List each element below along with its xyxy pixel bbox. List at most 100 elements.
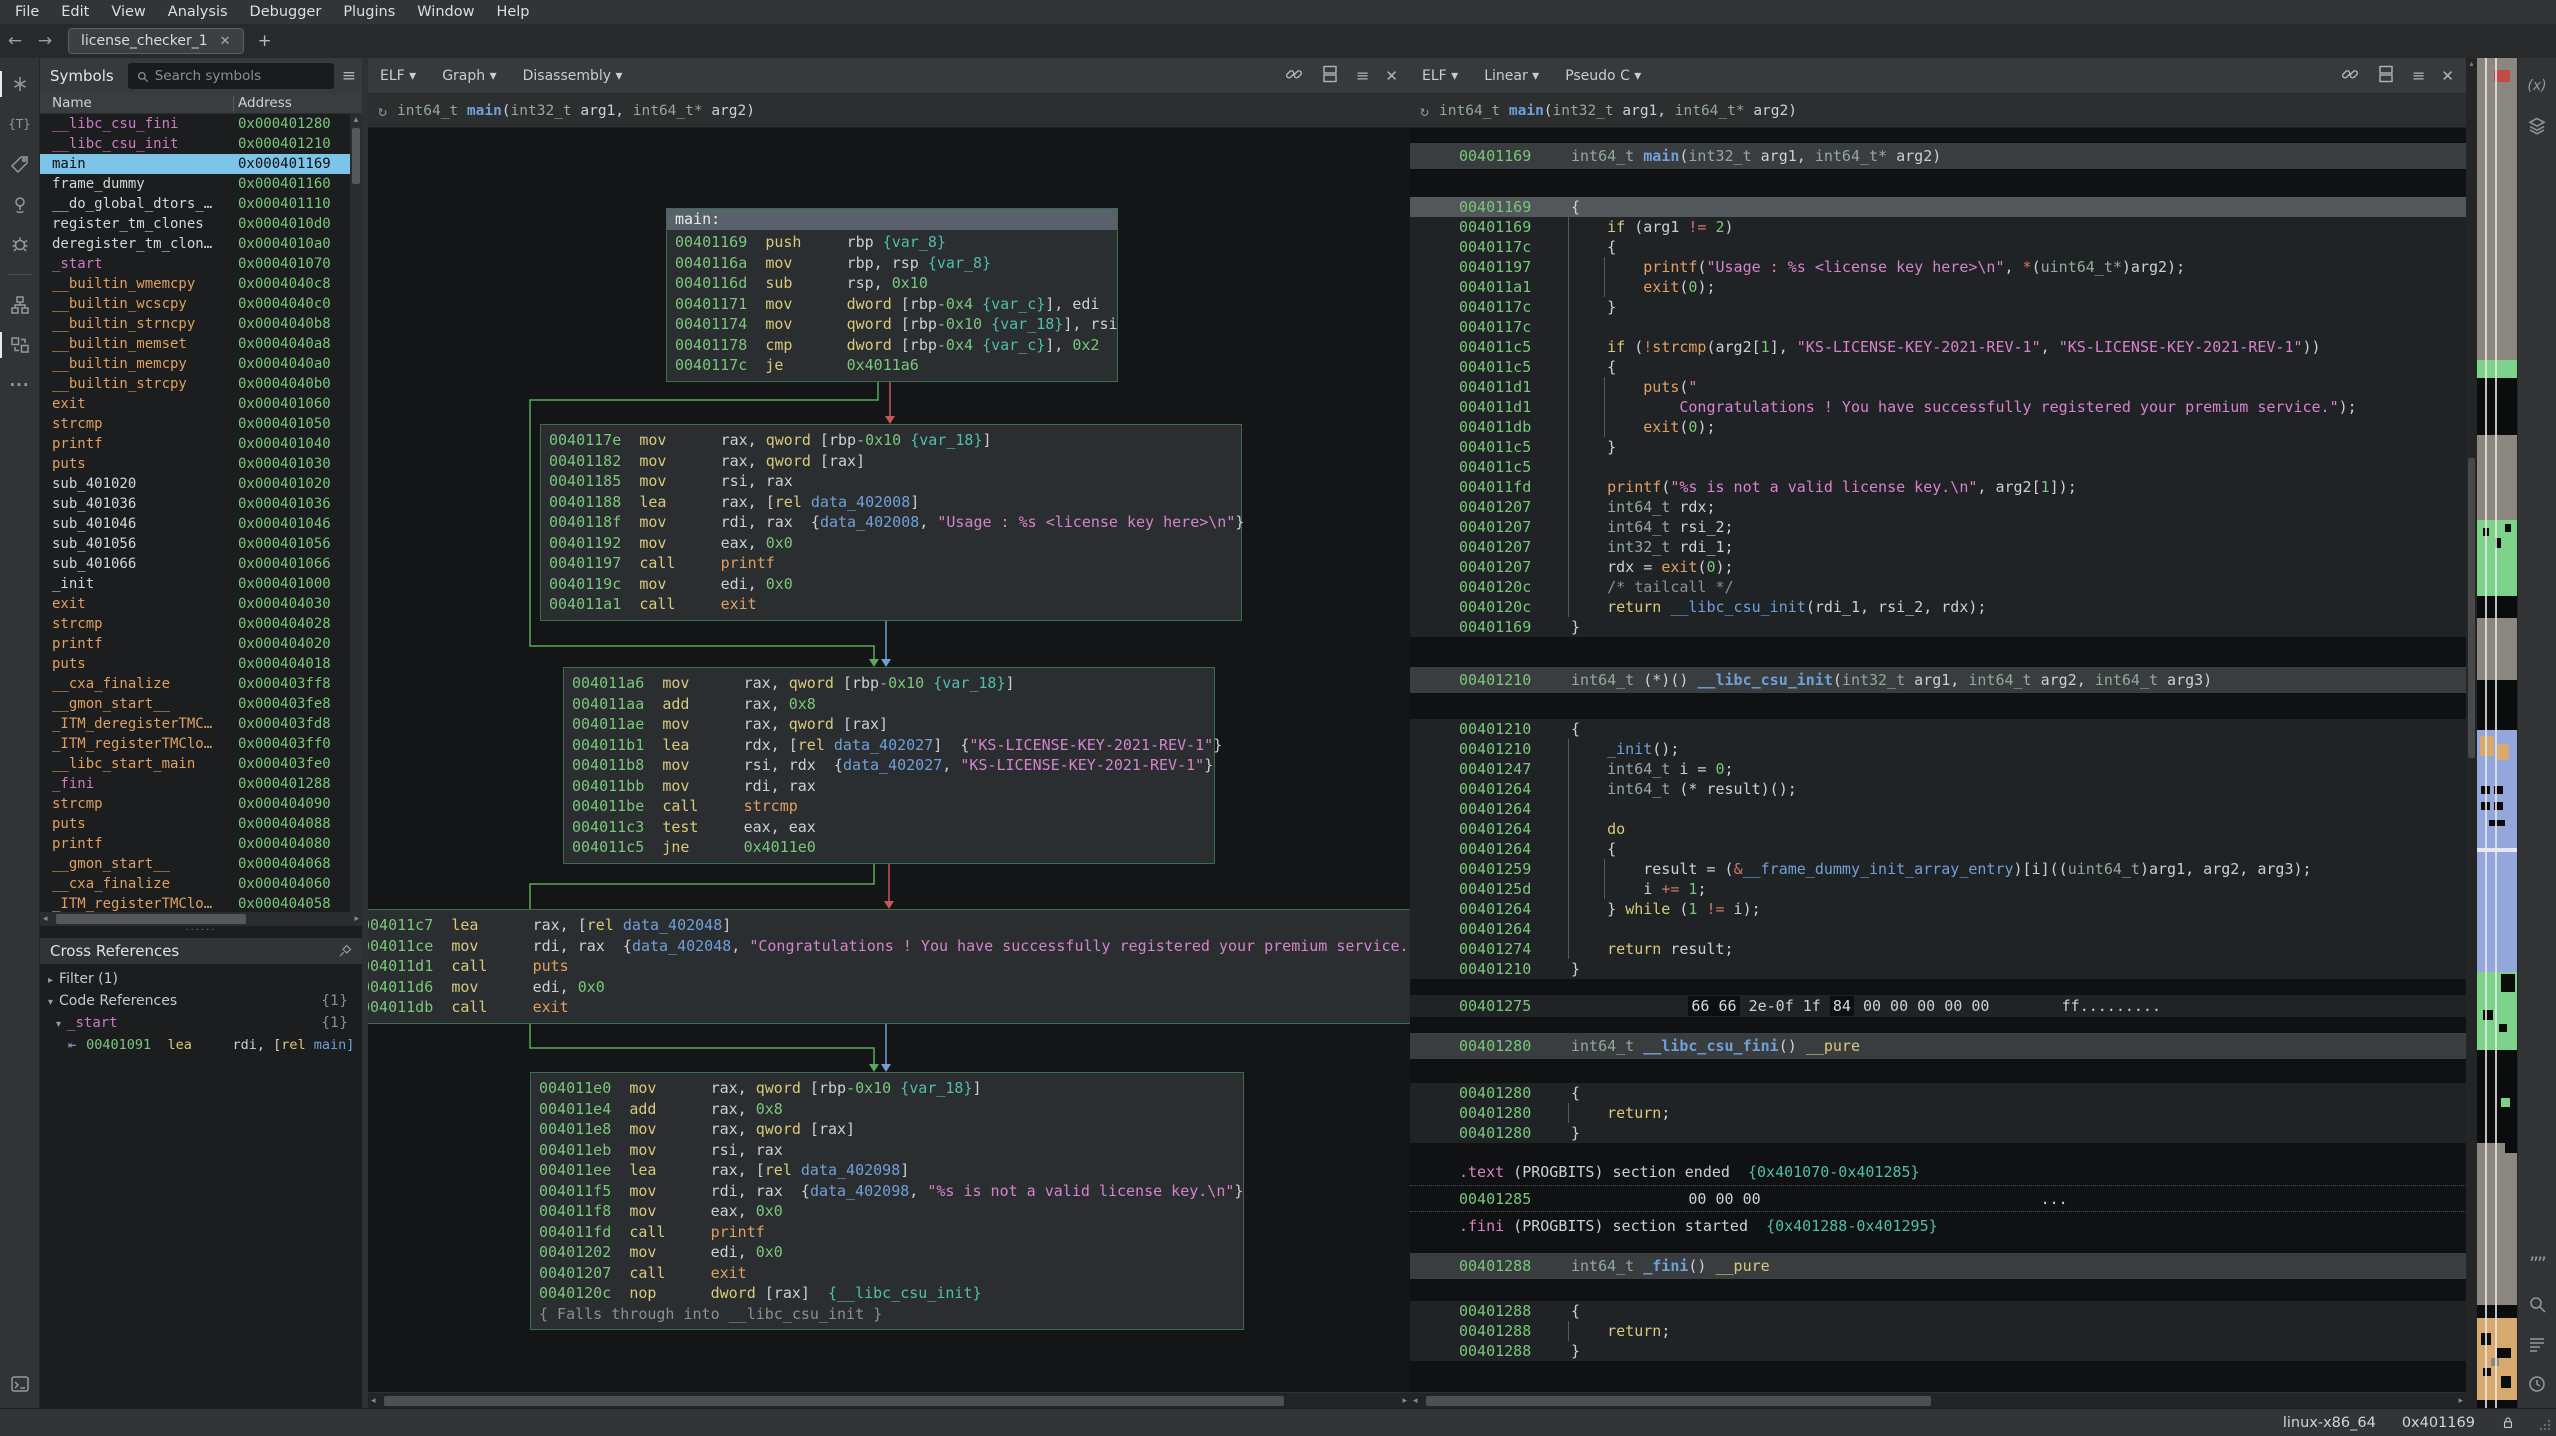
- listing-row[interactable]: 00401169{: [1410, 197, 2466, 217]
- listing-row[interactable]: 0040117c {: [1410, 237, 2466, 257]
- symbol-row[interactable]: __do_global_dtors_…0x000401110: [40, 194, 350, 214]
- pin-icon[interactable]: [337, 944, 352, 959]
- disassembly-line[interactable]: 00401207 call exit: [531, 1263, 1243, 1284]
- disassembly-line[interactable]: 004011a1 call exit: [541, 594, 1241, 615]
- symbols-vertical-scrollbar[interactable]: ▴: [350, 114, 362, 912]
- disassembly-line[interactable]: 00401188 lea rax, [rel data_402008]: [541, 492, 1241, 513]
- disassembly-line[interactable]: 004011fd call printf: [531, 1222, 1243, 1243]
- symbol-row[interactable]: __cxa_finalize0x000404060: [40, 874, 350, 894]
- linear-vertical-scrollbar[interactable]: ▴: [2466, 58, 2477, 1408]
- listing-row[interactable]: 00401264: [1410, 799, 2466, 819]
- symbol-row[interactable]: strcmp0x000404028: [40, 614, 350, 634]
- listing-row[interactable]: 00401280}: [1410, 1123, 2466, 1143]
- disassembly-line[interactable]: 004011ce mov rdi, rax {data_402048, "Con…: [368, 936, 1410, 957]
- close-pane-icon[interactable]: ✕: [1385, 66, 1398, 85]
- function-header-row[interactable]: 00401210int64_t (*)() __libc_csu_init(in…: [1410, 667, 2466, 693]
- listing-row[interactable]: 00401197 printf("Usage : %s <license key…: [1410, 257, 2466, 277]
- console-icon[interactable]: [4, 1368, 36, 1400]
- scroll-up-icon[interactable]: ▴: [350, 114, 362, 126]
- graph-canvas[interactable]: main:00401169 push rbp {var_8}0040116a m…: [368, 128, 1410, 1392]
- memory-map-icon[interactable]: [4, 188, 36, 220]
- disassembly-line[interactable]: 004011be call strcmp: [564, 796, 1214, 817]
- listing-row[interactable]: 0040120c return __libc_csu_init(rdi_1, r…: [1410, 597, 2466, 617]
- menu-item-help[interactable]: Help: [485, 3, 540, 21]
- strings-icon[interactable]: ””: [2521, 1248, 2553, 1280]
- disassembly-line[interactable]: 004011d6 mov edi, 0x0: [368, 977, 1410, 998]
- symbol-row[interactable]: __builtin_wmemcpy0x0004040c8: [40, 274, 350, 294]
- symbol-row[interactable]: main0x000401169: [40, 154, 350, 174]
- listing-row[interactable]: 004011c5 }: [1410, 437, 2466, 457]
- listing-row[interactable]: 00401247 int64_t i = 0;: [1410, 759, 2466, 779]
- symbol-row[interactable]: _ITM_registerTMClo…0x000403ff0: [40, 734, 350, 754]
- disassembly-line[interactable]: 0040120c nop dword [rax] {__libc_csu_ini…: [531, 1283, 1243, 1304]
- symbol-row[interactable]: exit0x000401060: [40, 394, 350, 414]
- cross-references-icon[interactable]: [4, 329, 36, 361]
- graph-node-3[interactable]: 004011a6 mov rax, qword [rbp-0x10 {var_1…: [563, 667, 1215, 864]
- disassembly-line[interactable]: 004011e4 add rax, 0x8: [531, 1099, 1243, 1120]
- column-name[interactable]: Name: [52, 95, 92, 111]
- symbol-row[interactable]: strcmp0x000404090: [40, 794, 350, 814]
- listing-row[interactable]: 00401288{: [1410, 1301, 2466, 1321]
- symbol-search-box[interactable]: [128, 63, 334, 89]
- listing-row[interactable]: 00401264: [1410, 919, 2466, 939]
- scrollbar-thumb[interactable]: [384, 1396, 1284, 1406]
- disassembly-line[interactable]: 00401171 mov dword [rbp-0x4 {var_c}], ed…: [667, 294, 1117, 315]
- xref-reference-row[interactable]: ⇤00401091 lea rdi, [rel main]: [40, 1034, 362, 1056]
- graph-node-1[interactable]: main:00401169 push rbp {var_8}0040116a m…: [666, 208, 1118, 382]
- split-view-icon[interactable]: [1320, 64, 1340, 88]
- symbol-row[interactable]: __gmon_start__0x000404068: [40, 854, 350, 874]
- disassembly-line[interactable]: 004011e0 mov rax, qword [rbp-0x10 {var_1…: [531, 1078, 1243, 1099]
- listing-row[interactable]: 00401210 _init();: [1410, 739, 2466, 759]
- column-address[interactable]: Address: [238, 95, 292, 111]
- symbol-row[interactable]: _ITM_registerTMClo…0x000404058: [40, 894, 350, 912]
- symbol-row[interactable]: puts0x000404018: [40, 654, 350, 674]
- tab-close-icon[interactable]: ✕: [220, 34, 231, 49]
- forward-button[interactable]: →: [30, 31, 60, 51]
- symbols-options-icon[interactable]: ≡: [342, 66, 356, 86]
- listing-row[interactable]: 00401280{: [1410, 1083, 2466, 1103]
- symbol-row[interactable]: printf0x000404020: [40, 634, 350, 654]
- symbol-row[interactable]: __libc_csu_fini0x000401280: [40, 114, 350, 134]
- variables-icon[interactable]: (x): [2521, 70, 2553, 102]
- graph-function-signature-bar[interactable]: ↻ int64_t main(int32_t arg1, int64_t* ar…: [368, 94, 1410, 128]
- symbol-row[interactable]: _ITM_deregisterTMC…0x000403fd8: [40, 714, 350, 734]
- graph-horizontal-scrollbar[interactable]: ◂ ▸: [368, 1392, 1410, 1408]
- debugger-icon[interactable]: [4, 228, 36, 260]
- scrollbar-thumb[interactable]: [56, 914, 246, 924]
- listing-row[interactable]: 00401210{: [1410, 719, 2466, 739]
- disassembly-line[interactable]: 00401174 mov qword [rbp-0x10 {var_18}], …: [667, 314, 1117, 335]
- listing-row[interactable]: 004011c5 {: [1410, 357, 2466, 377]
- search-input[interactable]: [155, 68, 315, 84]
- more-panels-icon[interactable]: ···: [4, 369, 36, 401]
- disassembly-line[interactable]: 004011b1 lea rdx, [rel data_402027] {"KS…: [564, 735, 1214, 756]
- disassembly-line[interactable]: 004011f8 mov eax, 0x0: [531, 1201, 1243, 1222]
- menu-item-plugins[interactable]: Plugins: [332, 3, 406, 21]
- types-icon[interactable]: {T}: [4, 108, 36, 140]
- xref-group-code-references[interactable]: ▾Code References{1}: [40, 990, 362, 1012]
- symbol-row[interactable]: __libc_start_main0x000403fe0: [40, 754, 350, 774]
- scrollbar-thumb[interactable]: [1426, 1396, 1931, 1406]
- disassembly-line[interactable]: 00401169 push rbp {var_8}: [667, 232, 1117, 253]
- symbol-row[interactable]: printf0x000401040: [40, 434, 350, 454]
- disassembly-line[interactable]: 0040116d sub rsp, 0x10: [667, 273, 1117, 294]
- symbol-row[interactable]: deregister_tm_clon…0x0004010a0: [40, 234, 350, 254]
- back-button[interactable]: ←: [0, 31, 30, 51]
- scroll-left-icon[interactable]: ◂: [1413, 1396, 1418, 1406]
- symbol-row[interactable]: exit0x000404030: [40, 594, 350, 614]
- listing-row[interactable]: 00401207 int32_t rdi_1;: [1410, 537, 2466, 557]
- tags-icon[interactable]: [4, 148, 36, 180]
- symbols-horizontal-scrollbar[interactable]: ◂ ▸: [40, 912, 362, 926]
- disassembly-line[interactable]: 00401197 call printf: [541, 553, 1241, 574]
- scroll-up-icon[interactable]: ▴: [2466, 58, 2477, 69]
- listing-row[interactable]: 00401274 return result;: [1410, 939, 2466, 959]
- disassembly-line[interactable]: 00401202 mov edi, 0x0: [531, 1242, 1243, 1263]
- disassembly-line[interactable]: 0040119c mov edi, 0x0: [541, 574, 1241, 595]
- symbol-row[interactable]: puts0x000401030: [40, 454, 350, 474]
- symbol-row[interactable]: _fini0x000401288: [40, 774, 350, 794]
- sync-icon[interactable]: ↻: [378, 102, 387, 120]
- scrollbar-thumb[interactable]: [352, 128, 360, 184]
- find-icon[interactable]: [2521, 1288, 2553, 1320]
- listing-row[interactable]: 0040117c }: [1410, 297, 2466, 317]
- pane-menu-icon[interactable]: ≡: [1356, 66, 1369, 85]
- symbol-row[interactable]: __builtin_strcpy0x0004040b0: [40, 374, 350, 394]
